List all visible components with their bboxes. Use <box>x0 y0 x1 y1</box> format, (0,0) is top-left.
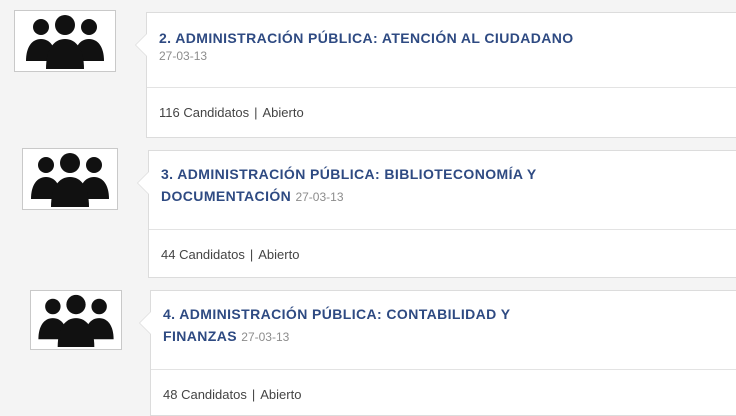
listing-card: 4. ADMINISTRACIÓN PÚBLICA: CONTABILIDAD … <box>139 290 736 416</box>
candidate-count: 48 Candidatos <box>163 387 247 402</box>
status-label: Abierto <box>260 387 302 402</box>
separator: | <box>249 247 254 262</box>
listing-title-link[interactable]: 4. ADMINISTRACIÓN PÚBLICA: CONTABILIDAD … <box>163 303 563 348</box>
listing-item[interactable]: 2. ADMINISTRACIÓN PÚBLICA: ATENCIÓN AL C… <box>0 0 736 140</box>
listing-item[interactable]: 4. ADMINISTRACIÓN PÚBLICA: CONTABILIDAD … <box>0 280 736 416</box>
listing-date: 27-03-13 <box>241 330 290 344</box>
avatar[interactable] <box>22 148 118 210</box>
listing-meta: 116 Candidatos | Abierto <box>159 105 304 120</box>
card-pointer <box>135 33 147 57</box>
listing-card: 2. ADMINISTRACIÓN PÚBLICA: ATENCIÓN AL C… <box>135 12 736 138</box>
group-icon <box>31 153 109 207</box>
listing-card: 3. ADMINISTRACIÓN PÚBLICA: BIBLIOTECONOM… <box>137 150 736 278</box>
separator: | <box>254 105 258 120</box>
listing-date: 27-03-13 <box>159 49 208 63</box>
group-icon <box>26 15 104 69</box>
card-pointer <box>137 171 149 195</box>
listing-meta: 48 Candidatos | Abierto <box>163 387 301 402</box>
listing-title-link[interactable]: 2. ADMINISTRACIÓN PÚBLICA: ATENCIÓN AL C… <box>159 27 719 49</box>
listing-meta: 44 Candidatos | Abierto <box>161 247 299 262</box>
divider <box>149 229 736 230</box>
listing-title-link[interactable]: 3. ADMINISTRACIÓN PÚBLICA: BIBLIOTECONOM… <box>161 163 601 208</box>
group-icon <box>38 294 114 347</box>
avatar[interactable] <box>14 10 116 72</box>
status-label: Abierto <box>262 105 304 120</box>
listing-item[interactable]: 3. ADMINISTRACIÓN PÚBLICA: BIBLIOTECONOM… <box>0 140 736 280</box>
status-label: Abierto <box>258 247 300 262</box>
listing-date: 27-03-13 <box>295 190 344 204</box>
avatar[interactable] <box>30 290 122 350</box>
separator: | <box>251 387 256 402</box>
divider <box>151 369 736 370</box>
card-pointer <box>139 311 151 335</box>
candidate-count: 116 Candidatos <box>159 105 250 120</box>
candidate-count: 44 Candidatos <box>161 247 245 262</box>
divider <box>147 87 736 88</box>
